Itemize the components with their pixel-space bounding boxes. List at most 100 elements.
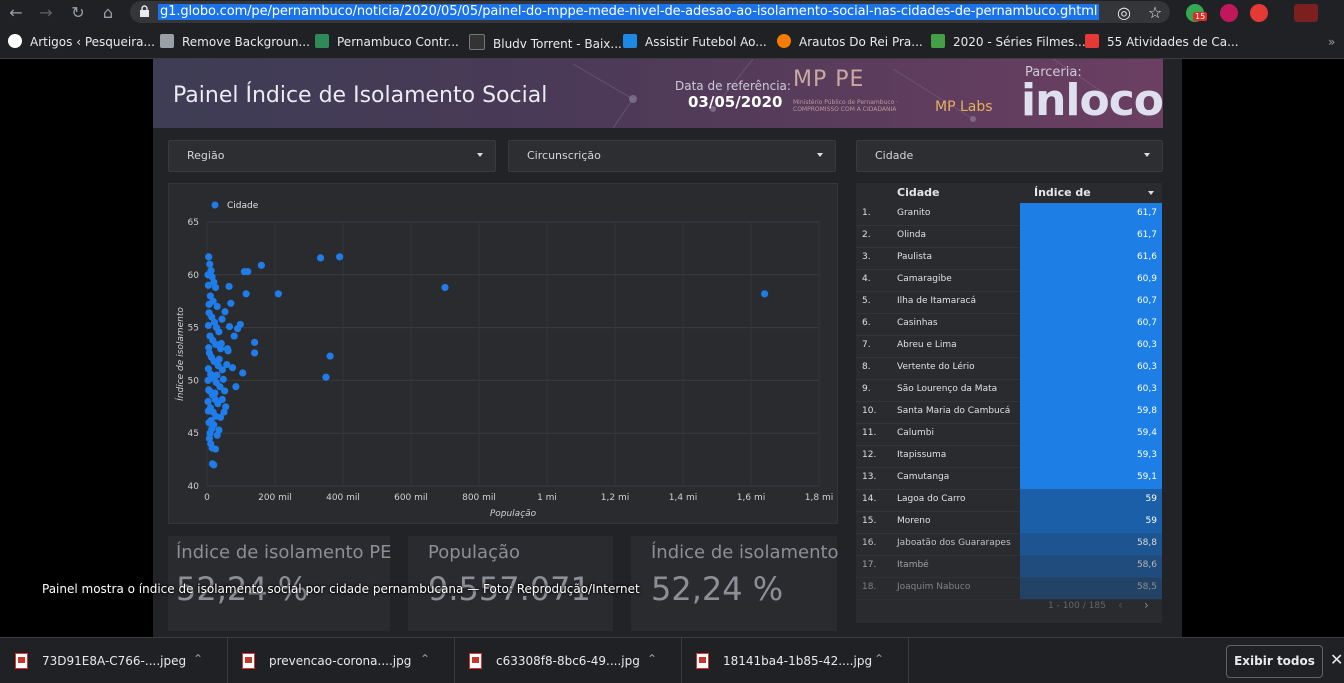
forward-icon[interactable]: → — [36, 3, 56, 23]
row-city: Itambé — [897, 560, 929, 570]
reload-icon[interactable]: ↻ — [68, 3, 88, 23]
data-point — [213, 371, 221, 379]
bookmark-item[interactable]: Pernambuco Contr... — [315, 34, 459, 50]
bookmark-item[interactable]: Bludv Torrent - Baix... — [469, 34, 622, 51]
bookmark-star-icon[interactable]: ☆ — [1145, 3, 1165, 23]
data-point — [205, 419, 213, 427]
row-index-value: 59,4 — [1136, 428, 1157, 438]
bookmark-item[interactable]: Assistir Futebol Ao... — [623, 34, 767, 50]
table-row[interactable]: 8. Vertente do Lério 60,3 — [856, 357, 1162, 380]
table-row[interactable]: 13. Camutanga 59,1 — [856, 467, 1162, 490]
kpi-title: Índice de isolamento — [651, 542, 839, 563]
data-point — [221, 387, 229, 395]
filter-cidade[interactable]: Cidade — [856, 140, 1163, 172]
x-axis-label: População — [490, 509, 537, 519]
bookmark-item[interactable]: Artigos ‹ Pesqueira... — [8, 34, 155, 50]
row-index-value: 58,8 — [1136, 538, 1157, 548]
kpi-value: 52,24 % — [651, 570, 784, 608]
download-item[interactable]: prevencao-corona....jpg ⌃ — [227, 638, 455, 683]
bookmark-item[interactable]: 55 Atividades de Ca... — [1085, 34, 1239, 50]
table-row[interactable]: 15. Moreno 59 — [856, 511, 1162, 534]
filter-regiao[interactable]: Região — [168, 140, 496, 172]
row-index-bar: 58,6 — [1020, 555, 1162, 577]
row-index-value: 58,5 — [1136, 582, 1157, 592]
row-city: Casinhas — [897, 318, 938, 328]
y-tick-label: 55 — [188, 324, 199, 334]
url-text[interactable]: g1.globo.com/pe/pernambuco/noticia/2020/… — [158, 4, 1100, 20]
download-item[interactable]: c63308f8-8bc6-49....jpg ⌃ — [454, 638, 682, 683]
table-row[interactable]: 9. São Lourenço da Mata 60,3 — [856, 379, 1162, 402]
row-index-value: 60,3 — [1136, 384, 1157, 394]
next-page-icon[interactable]: › — [1144, 598, 1149, 612]
row-rank: 16. — [862, 538, 877, 548]
table-row[interactable]: 4. Camaragibe 60,9 — [856, 269, 1162, 292]
data-point — [224, 347, 232, 355]
chevron-down-icon — [817, 153, 823, 157]
row-rank: 15. — [862, 516, 877, 526]
x-tick-label: 0 — [204, 493, 210, 503]
legend-marker — [211, 201, 219, 209]
sync-extension-icon[interactable] — [1250, 4, 1268, 22]
table-row[interactable]: 2. Olinda 61,7 — [856, 225, 1162, 248]
chevron-up-icon[interactable]: ⌃ — [874, 652, 884, 666]
more-bookmarks-icon[interactable]: » — [1328, 34, 1335, 50]
image-file-icon — [15, 653, 28, 669]
profile-avatar[interactable] — [1294, 4, 1318, 22]
row-index-bar: 61,7 — [1020, 225, 1162, 247]
sort-desc-icon[interactable] — [1148, 191, 1154, 195]
location-icon[interactable]: ◎ — [1114, 3, 1134, 23]
row-index-bar: 59,1 — [1020, 467, 1162, 489]
chevron-up-icon[interactable]: ⌃ — [420, 652, 430, 666]
table-row[interactable]: 16. Jaboatão dos Guararapes 58,8 — [856, 533, 1162, 556]
close-icon[interactable]: ✕ — [1330, 650, 1343, 669]
bookmark-item[interactable]: 2020 - Séries Filmes... — [931, 34, 1086, 50]
prev-page-icon[interactable]: ‹ — [1118, 598, 1123, 612]
data-point — [204, 397, 212, 406]
row-index-bar: 59,8 — [1020, 401, 1162, 423]
x-tick-label: 600 mil — [394, 493, 428, 503]
download-filename: prevencao-corona....jpg — [269, 654, 412, 668]
bookmark-item[interactable]: Remove Backgroun... — [160, 34, 310, 50]
row-index-bar: 59,3 — [1020, 445, 1162, 467]
chevron-up-icon[interactable]: ⌃ — [647, 652, 657, 666]
data-point — [230, 332, 238, 340]
filter-circunscricao[interactable]: Circunscrição — [508, 140, 836, 172]
data-point — [219, 375, 227, 383]
table-row[interactable]: 12. Itapissuma 59,3 — [856, 445, 1162, 468]
data-point — [227, 299, 235, 307]
data-point — [211, 389, 219, 397]
table-row[interactable]: 10. Santa Maria do Cambucá 59,8 — [856, 401, 1162, 424]
table-row[interactable]: 14. Lagoa do Carro 59 — [856, 489, 1162, 512]
table-row[interactable]: 3. Paulista 61,6 — [856, 247, 1162, 270]
table-row[interactable]: 17. Itambé 58,6 — [856, 555, 1162, 578]
download-filename: 18141ba4-1b85-42....jpg — [723, 654, 873, 668]
row-rank: 3. — [862, 252, 871, 262]
x-tick-label: 400 mil — [326, 493, 360, 503]
data-point — [208, 460, 217, 468]
table-row[interactable]: 1. Granito 61,7 — [856, 203, 1162, 226]
data-point — [204, 376, 212, 384]
home-icon[interactable]: ⌂ — [98, 3, 118, 23]
filter-label: Região — [187, 149, 225, 162]
download-extension-icon[interactable] — [1220, 4, 1238, 22]
bookmark-item[interactable]: Arautos Do Rei Pra... — [777, 34, 923, 50]
table-row[interactable]: 11. Calumbi 59,4 — [856, 423, 1162, 446]
x-tick-label: 1,2 mi — [601, 493, 629, 503]
table-row[interactable]: 6. Casinhas 60,7 — [856, 313, 1162, 336]
table-row[interactable]: 18. Joaquim Nabuco 58,5 — [856, 577, 1162, 600]
chevron-down-icon — [1144, 153, 1150, 157]
table-row[interactable]: 5. Ilha de Itamaracá 60,7 — [856, 291, 1162, 314]
row-rank: 6. — [862, 318, 871, 328]
show-all-downloads-button[interactable]: Exibir todos — [1226, 645, 1323, 678]
download-item[interactable]: 73D91E8A-C766-....jpeg ⌃ — [0, 638, 228, 683]
address-bar[interactable]: g1.globo.com/pe/pernambuco/noticia/2020/… — [130, 1, 1170, 23]
table-row[interactable]: 7. Abreu e Lima 60,3 — [856, 335, 1162, 358]
column-header-indice[interactable]: Índice de isolamento — [1034, 183, 1162, 219]
chevron-down-icon — [477, 153, 483, 157]
chevron-up-icon[interactable]: ⌃ — [193, 652, 203, 666]
column-header-cidade[interactable]: Cidade — [897, 183, 939, 203]
download-item[interactable]: 18141ba4-1b85-42....jpg ⌃ — [681, 638, 909, 683]
kpi-title: Índice de isolamento PE — [176, 542, 392, 563]
back-icon[interactable]: ← — [6, 3, 26, 23]
data-point — [205, 253, 213, 261]
